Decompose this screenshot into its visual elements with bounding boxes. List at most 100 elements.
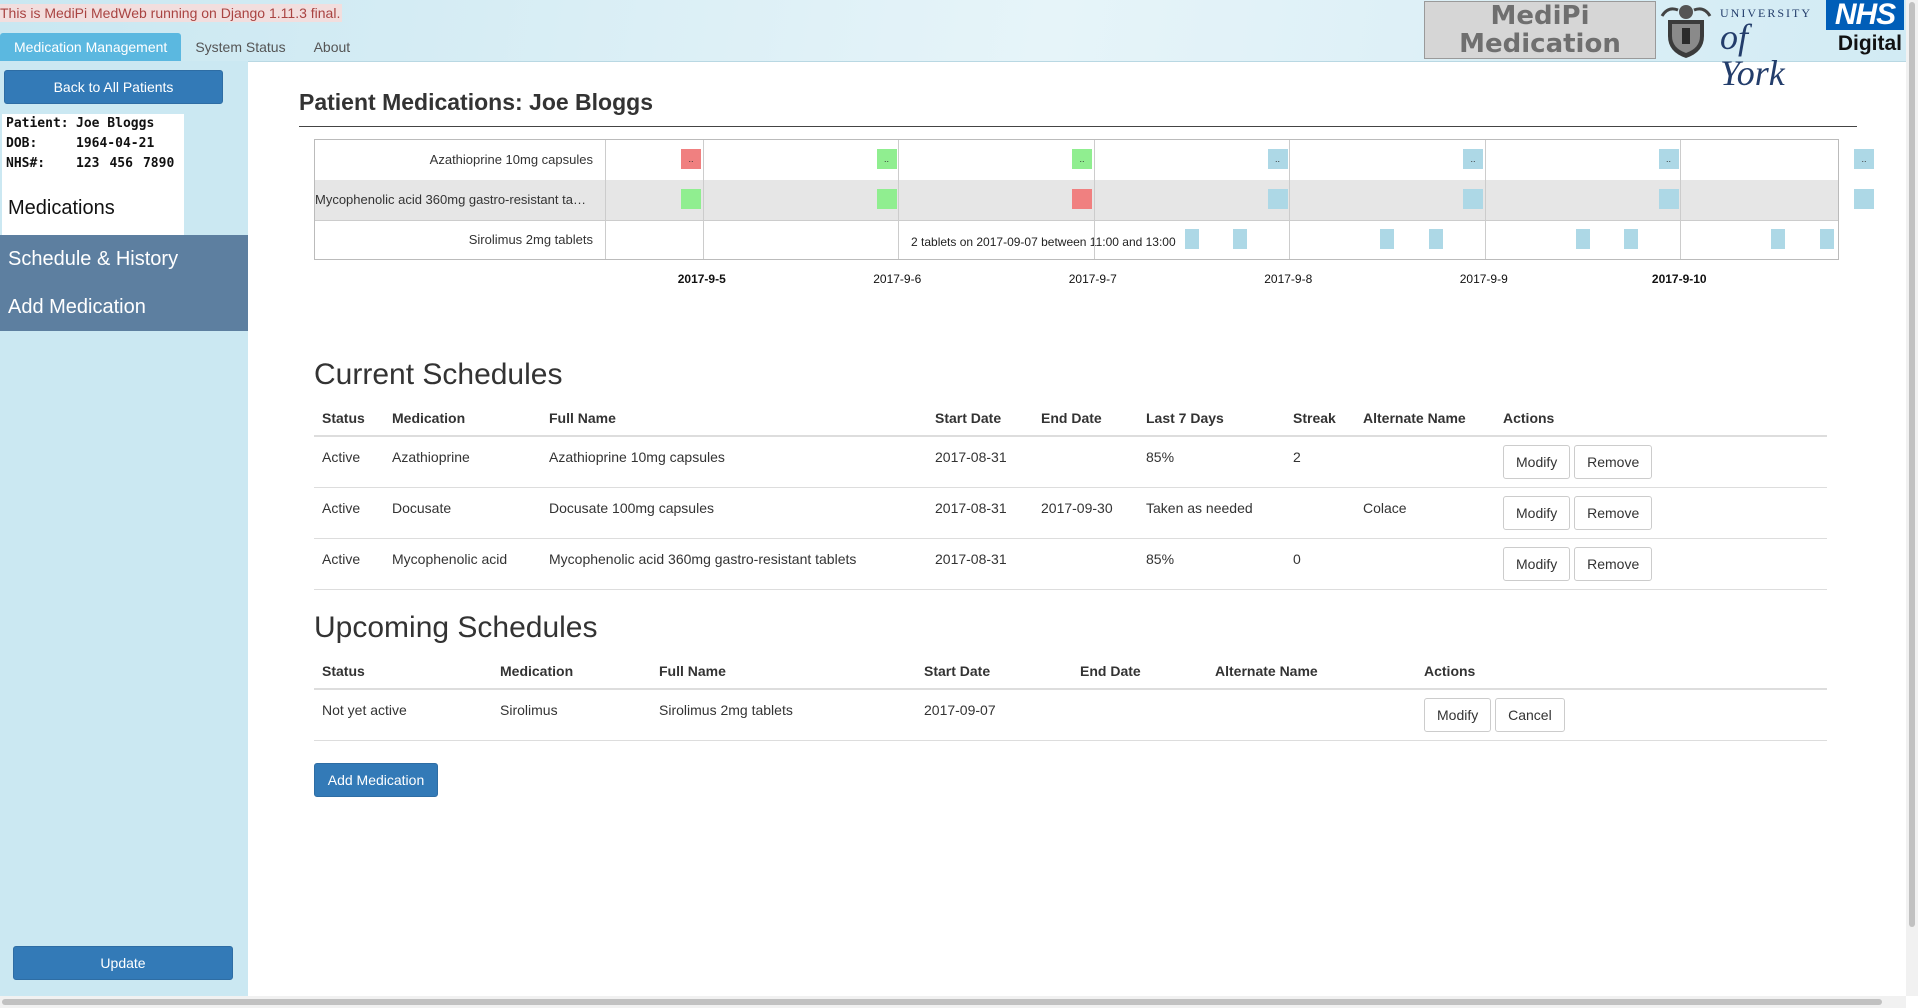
timeline-date-label: 2017-9-5 bbox=[677, 272, 726, 286]
last-7-days-cell: 85% bbox=[1138, 538, 1285, 590]
dose-mark-taken[interactable]: .. bbox=[876, 149, 897, 169]
timeline-day-divider bbox=[898, 140, 900, 259]
timeline-day-divider bbox=[605, 140, 606, 259]
top-nav-tabs: Medication Management System Status Abou… bbox=[0, 33, 364, 61]
add-medication-button[interactable]: Add Medication bbox=[314, 763, 438, 797]
upcoming-schedules-table: Status Medication Full Name Start Date E… bbox=[314, 653, 1827, 741]
sidebar-item-add-medication[interactable]: Add Medication bbox=[0, 283, 248, 331]
dose-mark-scheduled[interactable] bbox=[1658, 189, 1679, 209]
dose-mark-scheduled[interactable] bbox=[1428, 229, 1443, 249]
dose-mark-scheduled[interactable] bbox=[1624, 229, 1639, 249]
dose-mark-taken[interactable] bbox=[681, 189, 702, 209]
cancel-button[interactable]: Cancel bbox=[1495, 698, 1565, 732]
column-header: Last 7 Days bbox=[1138, 400, 1285, 437]
status-cell: Active bbox=[314, 436, 384, 488]
sidebar-nav: Schedule & History Add Medication bbox=[0, 235, 248, 331]
status-cell: Active bbox=[314, 487, 384, 539]
modify-button[interactable]: Modify bbox=[1503, 445, 1571, 479]
environment-banner: This is MediPi MedWeb running on Django … bbox=[0, 4, 343, 22]
status-cell: Not yet active bbox=[314, 689, 492, 741]
sidebar-item-schedule-history[interactable]: Schedule & History bbox=[0, 235, 248, 283]
table-row: Active Mycophenolic acid Mycophenolic ac… bbox=[314, 538, 1827, 590]
timeline-date-label: 2017-9-10 bbox=[1651, 272, 1707, 286]
timeline-row-label: Sirolimus 2mg tablets bbox=[468, 232, 593, 247]
remove-button[interactable]: Remove bbox=[1574, 445, 1653, 479]
dose-tooltip: 2 tablets on 2017-09-07 between 11:00 an… bbox=[911, 235, 1176, 249]
modify-button[interactable]: Modify bbox=[1424, 698, 1492, 732]
patient-name: Joe Bloggs bbox=[76, 116, 155, 131]
full-name-cell: Sirolimus 2mg tablets bbox=[651, 689, 916, 741]
dose-mark-scheduled[interactable]: .. bbox=[1854, 149, 1875, 169]
remove-button[interactable]: Remove bbox=[1574, 495, 1653, 530]
horizontal-scrollbar[interactable] bbox=[0, 996, 1906, 1008]
end-date-cell bbox=[1033, 436, 1138, 488]
start-date-cell: 2017-08-31 bbox=[927, 538, 1033, 590]
remove-button[interactable]: Remove bbox=[1574, 546, 1653, 581]
last-7-days-cell: Taken as needed bbox=[1138, 487, 1285, 539]
actions-cell: Modify Remove bbox=[1495, 436, 1827, 488]
streak-cell bbox=[1285, 487, 1355, 539]
full-name-cell: Mycophenolic acid 360mg gastro-resistant… bbox=[541, 538, 927, 590]
dose-mark-taken[interactable]: .. bbox=[1072, 149, 1093, 169]
back-to-all-patients-button[interactable]: Back to All Patients bbox=[4, 70, 223, 104]
dose-mark-scheduled[interactable] bbox=[1854, 189, 1875, 209]
actions-cell: Modify Remove bbox=[1495, 487, 1827, 539]
main-content: Patient Medications: Joe Bloggs Azathiop… bbox=[248, 61, 1906, 996]
streak-cell: 0 bbox=[1285, 538, 1355, 590]
dob-label: DOB: bbox=[6, 136, 38, 151]
tab-medication-management[interactable]: Medication Management bbox=[0, 33, 182, 61]
tab-about[interactable]: About bbox=[300, 33, 365, 61]
nhs-digital-text: Digital bbox=[1837, 32, 1902, 55]
university-of-york-logo: UNIVERSITY of York bbox=[1720, 6, 1816, 91]
dose-mark-scheduled[interactable] bbox=[1575, 229, 1590, 249]
dose-mark-scheduled[interactable]: .. bbox=[1463, 149, 1484, 169]
patient-dob: 1964-04-21 bbox=[76, 136, 155, 151]
dose-mark-scheduled[interactable] bbox=[1184, 229, 1199, 249]
timeline-day-divider bbox=[1484, 140, 1486, 259]
dose-mark-scheduled[interactable]: .. bbox=[1267, 149, 1288, 169]
dose-mark-taken[interactable] bbox=[876, 189, 897, 209]
end-date-cell bbox=[1033, 538, 1138, 590]
current-schedules-heading: Current Schedules bbox=[314, 358, 563, 391]
alternate-name-cell: Colace bbox=[1355, 487, 1495, 539]
medication-cell: Sirolimus bbox=[492, 689, 651, 741]
update-button[interactable]: Update bbox=[13, 946, 233, 980]
dose-mark-missed[interactable] bbox=[1072, 189, 1093, 209]
medication-cell: Docusate bbox=[384, 487, 541, 539]
vertical-scrollbar-thumb[interactable] bbox=[1909, 2, 1915, 927]
dose-mark-scheduled[interactable] bbox=[1819, 229, 1834, 249]
timeline-day-divider bbox=[1093, 140, 1095, 259]
column-header: Full Name bbox=[541, 400, 927, 437]
dose-mark-scheduled[interactable] bbox=[1771, 229, 1785, 249]
horizontal-scrollbar-thumb[interactable] bbox=[2, 999, 1882, 1005]
column-header: End Date bbox=[1033, 400, 1138, 437]
column-header: Actions bbox=[1416, 653, 1827, 690]
column-header: Medication bbox=[384, 400, 541, 437]
alternate-name-cell bbox=[1355, 436, 1495, 488]
timeline-date-label: 2017-9-8 bbox=[1264, 272, 1313, 286]
dose-mark-scheduled[interactable] bbox=[1380, 229, 1394, 249]
timeline-day-divider bbox=[1680, 140, 1682, 259]
actions-cell: Modify Cancel bbox=[1416, 689, 1827, 741]
dose-mark-missed[interactable]: .. bbox=[681, 149, 702, 169]
alternate-name-cell bbox=[1355, 538, 1495, 590]
medication-timeline: Azathioprine 10mg capsules Mycophenolic … bbox=[314, 139, 1875, 260]
timeline-date-label: 2017-9-7 bbox=[1068, 272, 1117, 286]
start-date-cell: 2017-08-31 bbox=[927, 487, 1033, 539]
dose-mark-scheduled[interactable]: .. bbox=[1658, 149, 1679, 169]
modify-button[interactable]: Modify bbox=[1503, 495, 1571, 530]
sidebar-item-medications[interactable]: Medications bbox=[8, 197, 115, 220]
column-header: End Date bbox=[1072, 653, 1207, 690]
end-date-cell: 2017-09-30 bbox=[1033, 487, 1138, 539]
dose-mark-scheduled[interactable] bbox=[1233, 229, 1248, 249]
tab-system-status[interactable]: System Status bbox=[181, 33, 299, 61]
actions-cell: Modify Remove bbox=[1495, 538, 1827, 590]
upcoming-schedules-heading: Upcoming Schedules bbox=[314, 611, 598, 644]
medication-cell: Mycophenolic acid bbox=[384, 538, 541, 590]
brand-line-2: Medication bbox=[1459, 29, 1621, 59]
dose-mark-scheduled[interactable] bbox=[1267, 189, 1288, 209]
vertical-scrollbar[interactable] bbox=[1906, 0, 1918, 996]
brand-line-1: MediPi bbox=[1490, 1, 1590, 31]
modify-button[interactable]: Modify bbox=[1503, 546, 1571, 581]
dose-mark-scheduled[interactable] bbox=[1463, 189, 1484, 209]
